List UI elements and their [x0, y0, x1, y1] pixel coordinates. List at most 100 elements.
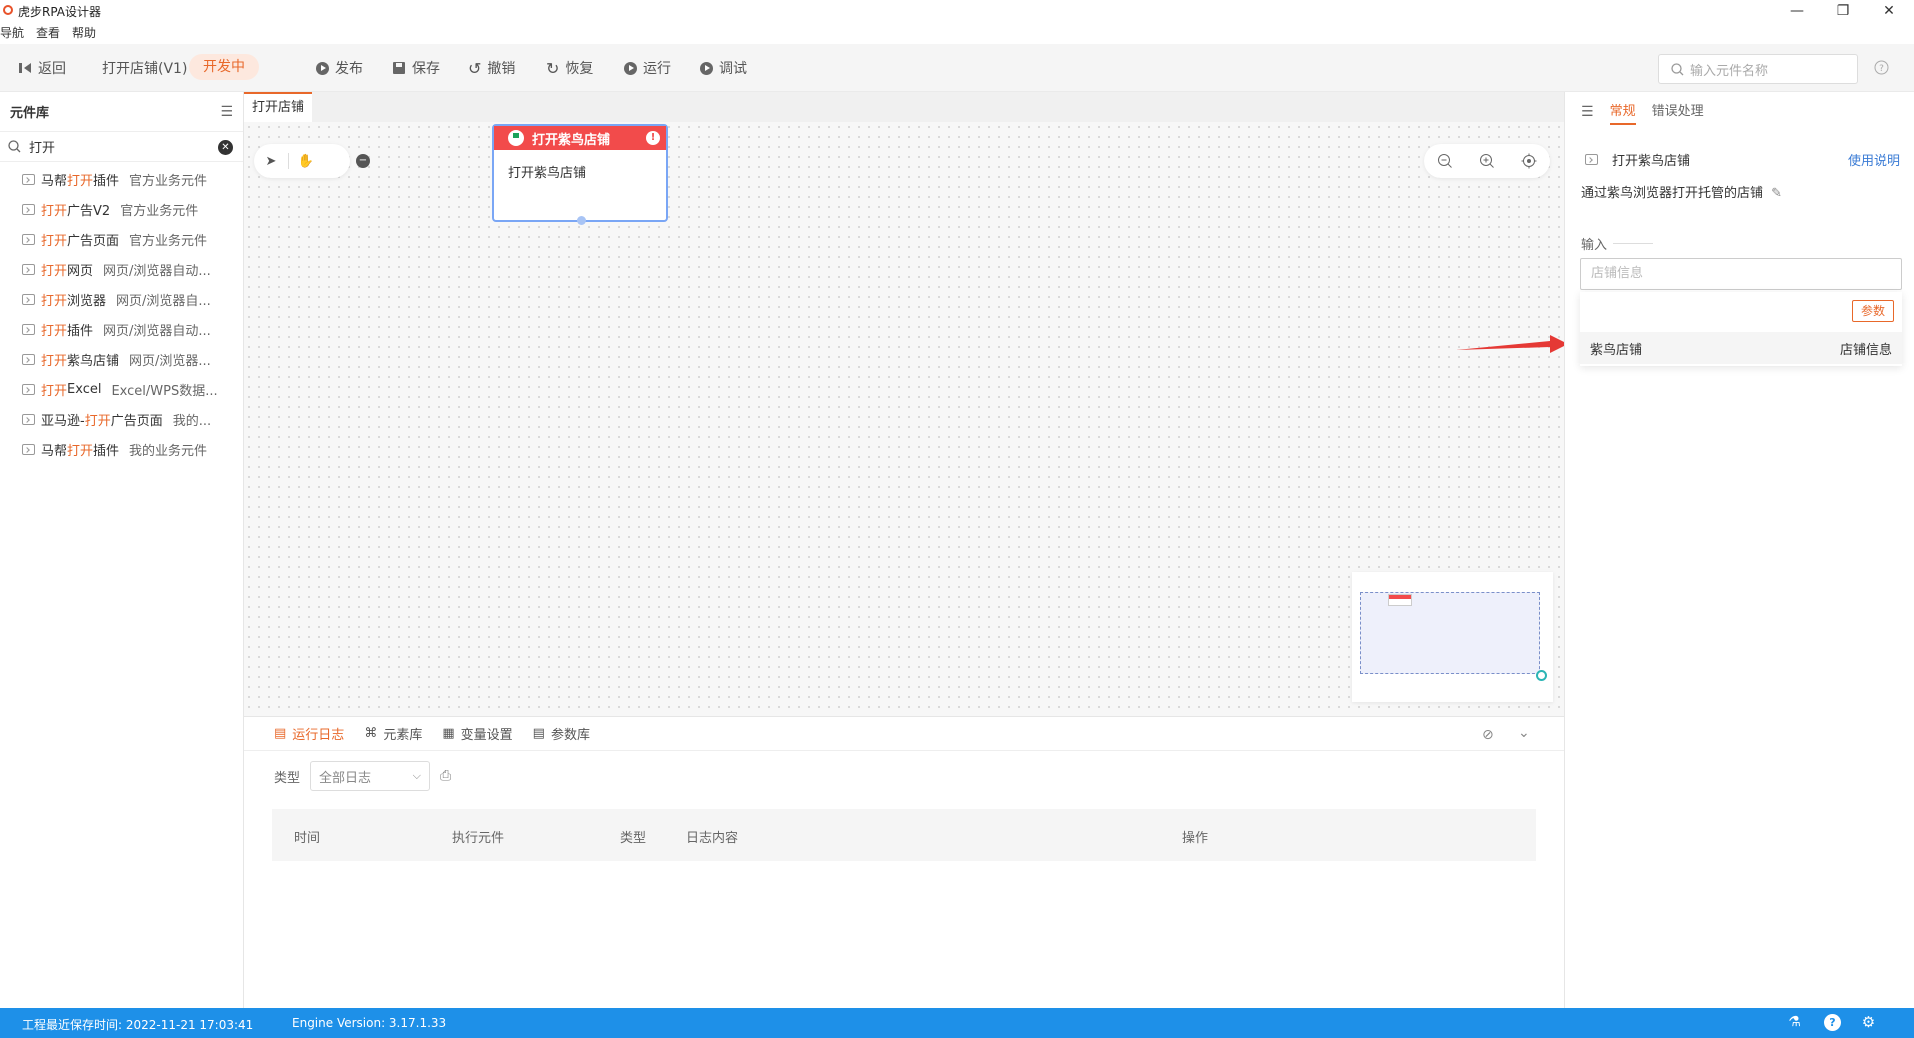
- tab-variable-settings[interactable]: ▦ 变量设置: [442, 724, 512, 743]
- node-title: 打开紫鸟店铺: [532, 132, 611, 148]
- chevron-down-icon: ⌵: [412, 769, 422, 782]
- item-name-highlight: 打开: [41, 203, 68, 219]
- save-button[interactable]: 保存: [392, 58, 440, 78]
- item-category: 我的业务元件: [129, 443, 208, 459]
- tab-open-store[interactable]: 打开店铺: [244, 92, 313, 122]
- back-button[interactable]: 返回: [18, 58, 66, 78]
- component-list-item[interactable]: 打开 广告页面 官方业务元件: [0, 224, 243, 254]
- component-list-item[interactable]: 马帮 打开 插件 我的业务元件: [0, 434, 243, 464]
- help-icon[interactable]: ?: [1874, 60, 1889, 75]
- gear-icon[interactable]: ⚙: [1860, 1014, 1877, 1031]
- component-list-item[interactable]: 打开 网页 网页/浏览器自动...: [0, 254, 243, 284]
- canvas-tab-bar: 打开店铺: [244, 92, 1564, 122]
- component-icon: [1585, 154, 1598, 165]
- node-body: 打开紫鸟店铺: [508, 166, 587, 181]
- redo-button[interactable]: ↻ 恢复: [546, 58, 593, 78]
- run-button[interactable]: 运行: [624, 58, 671, 78]
- item-name-suffix: 插件: [93, 173, 120, 189]
- item-category: 网页/浏览器...: [129, 353, 211, 369]
- menu-view[interactable]: 查看: [36, 22, 60, 42]
- log-table-header: 时间 执行元件 类型 日志内容 操作: [272, 809, 1536, 861]
- debug-icon: [700, 61, 713, 75]
- collapse-down-icon[interactable]: ⌄: [1518, 725, 1530, 741]
- canvas-tools: ➤ ✋: [254, 144, 350, 178]
- flask-icon[interactable]: ⚗: [1786, 1014, 1803, 1031]
- info-icon[interactable]: !: [646, 131, 660, 145]
- component-list-item[interactable]: 打开 插件 网页/浏览器自动...: [0, 314, 243, 344]
- component-list-item[interactable]: 打开 浏览器 网页/浏览器自...: [0, 284, 243, 314]
- zoom-out-icon[interactable]: [1437, 153, 1453, 169]
- item-category: 官方业务元件: [120, 203, 199, 219]
- settings-icon[interactable]: ⊘: [1482, 727, 1494, 743]
- window-title: 虎步RPA设计器: [18, 5, 102, 19]
- collapse-tools-icon[interactable]: −: [356, 154, 370, 168]
- panel-menu-icon[interactable]: ☰: [1581, 104, 1594, 120]
- flow-node-open-ziniao-store[interactable]: 打开紫鸟店铺 ! 打开紫鸟店铺: [492, 124, 668, 225]
- store-info-input[interactable]: 店铺信息: [1580, 258, 1902, 290]
- node-output-port[interactable]: [577, 216, 586, 225]
- red-arrow-annotation: [1456, 335, 1568, 353]
- minimize-button[interactable]: —: [1774, 0, 1820, 22]
- help-circle-icon[interactable]: ?: [1824, 1014, 1841, 1031]
- search-placeholder: 输入元件名称: [1690, 63, 1769, 79]
- item-name-suffix: 插件: [93, 443, 120, 459]
- minimap[interactable]: [1352, 572, 1553, 702]
- tab-element-library[interactable]: ⌘ 元素库: [364, 724, 422, 743]
- item-name-suffix: 网页: [67, 263, 94, 279]
- back-label: 返回: [38, 61, 66, 77]
- edit-pencil-icon[interactable]: ✎: [1771, 186, 1782, 201]
- item-name-prefix: 马帮: [41, 443, 68, 459]
- log-type-select[interactable]: 全部日志 ⌵: [310, 761, 431, 791]
- component-title: 打开紫鸟店铺: [1585, 150, 1690, 169]
- hand-pan-icon[interactable]: ✋: [289, 154, 323, 169]
- clear-search-icon[interactable]: ✕: [218, 140, 233, 155]
- description-text: 通过紫鸟浏览器打开托管的店铺: [1581, 186, 1764, 201]
- item-name-suffix: 紫鸟店铺: [67, 353, 120, 369]
- component-icon: [22, 413, 35, 425]
- minimap-viewport[interactable]: [1360, 592, 1540, 674]
- undo-button[interactable]: ↺ 撤销: [468, 58, 515, 78]
- publish-button[interactable]: 发布: [316, 58, 363, 78]
- clear-log-icon[interactable]: ⎙: [440, 768, 451, 784]
- item-name-highlight: 打开: [67, 443, 94, 459]
- menu-navigate[interactable]: 导航: [0, 22, 24, 42]
- collapse-panel-icon[interactable]: ☰: [220, 104, 233, 120]
- locate-center-icon[interactable]: [1521, 153, 1537, 169]
- component-list-item[interactable]: 打开 广告V2 官方业务元件: [0, 194, 243, 224]
- tab-parameter-library[interactable]: ▤ 参数库: [533, 724, 590, 743]
- bottom-panel: ▤ 运行日志 ⌘ 元素库 ▦ 变量设置 ▤ 参数库 ⊘ ⌄ 类型 全部日志 ⌵ …: [244, 716, 1564, 1008]
- col-time: 时间: [294, 831, 321, 846]
- restore-button[interactable]: ❐: [1820, 0, 1866, 22]
- parameter-button[interactable]: 参数: [1851, 300, 1894, 322]
- debug-button[interactable]: 调试: [700, 58, 747, 78]
- component-list-item[interactable]: 亚马逊- 打开 广告页面 我的...: [0, 404, 243, 434]
- usage-guide-link[interactable]: 使用说明: [1848, 150, 1900, 169]
- option-type: 店铺信息: [1839, 342, 1892, 358]
- component-list-item[interactable]: 马帮 打开 插件 官方业务元件: [0, 164, 243, 194]
- flow-canvas[interactable]: ➤ ✋ − 打开紫鸟店铺 ! 打开紫鸟店铺: [244, 122, 1564, 716]
- engine-version: Engine Version: 3.17.1.33: [292, 1016, 447, 1030]
- menu-help[interactable]: 帮助: [72, 22, 96, 42]
- item-name-highlight: 打开: [41, 353, 68, 369]
- minimap-resize-handle[interactable]: [1536, 670, 1547, 681]
- component-icon: [22, 323, 35, 335]
- tab-label: 参数库: [550, 728, 590, 743]
- item-category: 官方业务元件: [129, 173, 208, 189]
- tab-run-log[interactable]: ▤ 运行日志: [274, 724, 344, 743]
- close-button[interactable]: ✕: [1866, 0, 1912, 22]
- component-list-item[interactable]: 打开 紫鸟店铺 网页/浏览器...: [0, 344, 243, 374]
- element-search-input[interactable]: 输入元件名称: [1658, 54, 1858, 84]
- component-icon: [22, 233, 35, 245]
- component-list-item[interactable]: 打开 Excel Excel/WPS数据...: [0, 374, 243, 404]
- select-pointer-icon[interactable]: ➤: [254, 154, 288, 169]
- tab-label: 变量设置: [460, 728, 513, 743]
- col-content: 日志内容: [686, 831, 739, 846]
- component-icon: [22, 383, 35, 395]
- properties-panel: ☰ 常规 错误处理 打开紫鸟店铺 使用说明 通过紫鸟浏览器打开托管的店铺 ✎ 输…: [1564, 92, 1914, 1008]
- filter-label: 类型: [274, 770, 301, 786]
- zoom-in-icon[interactable]: [1479, 153, 1495, 169]
- dropdown-option[interactable]: 紫鸟店铺 店铺信息: [1580, 332, 1902, 364]
- tab-general[interactable]: 常规: [1609, 100, 1636, 125]
- component-search-input[interactable]: 打开 ✕: [0, 132, 243, 162]
- tab-error-handling[interactable]: 错误处理: [1652, 100, 1704, 125]
